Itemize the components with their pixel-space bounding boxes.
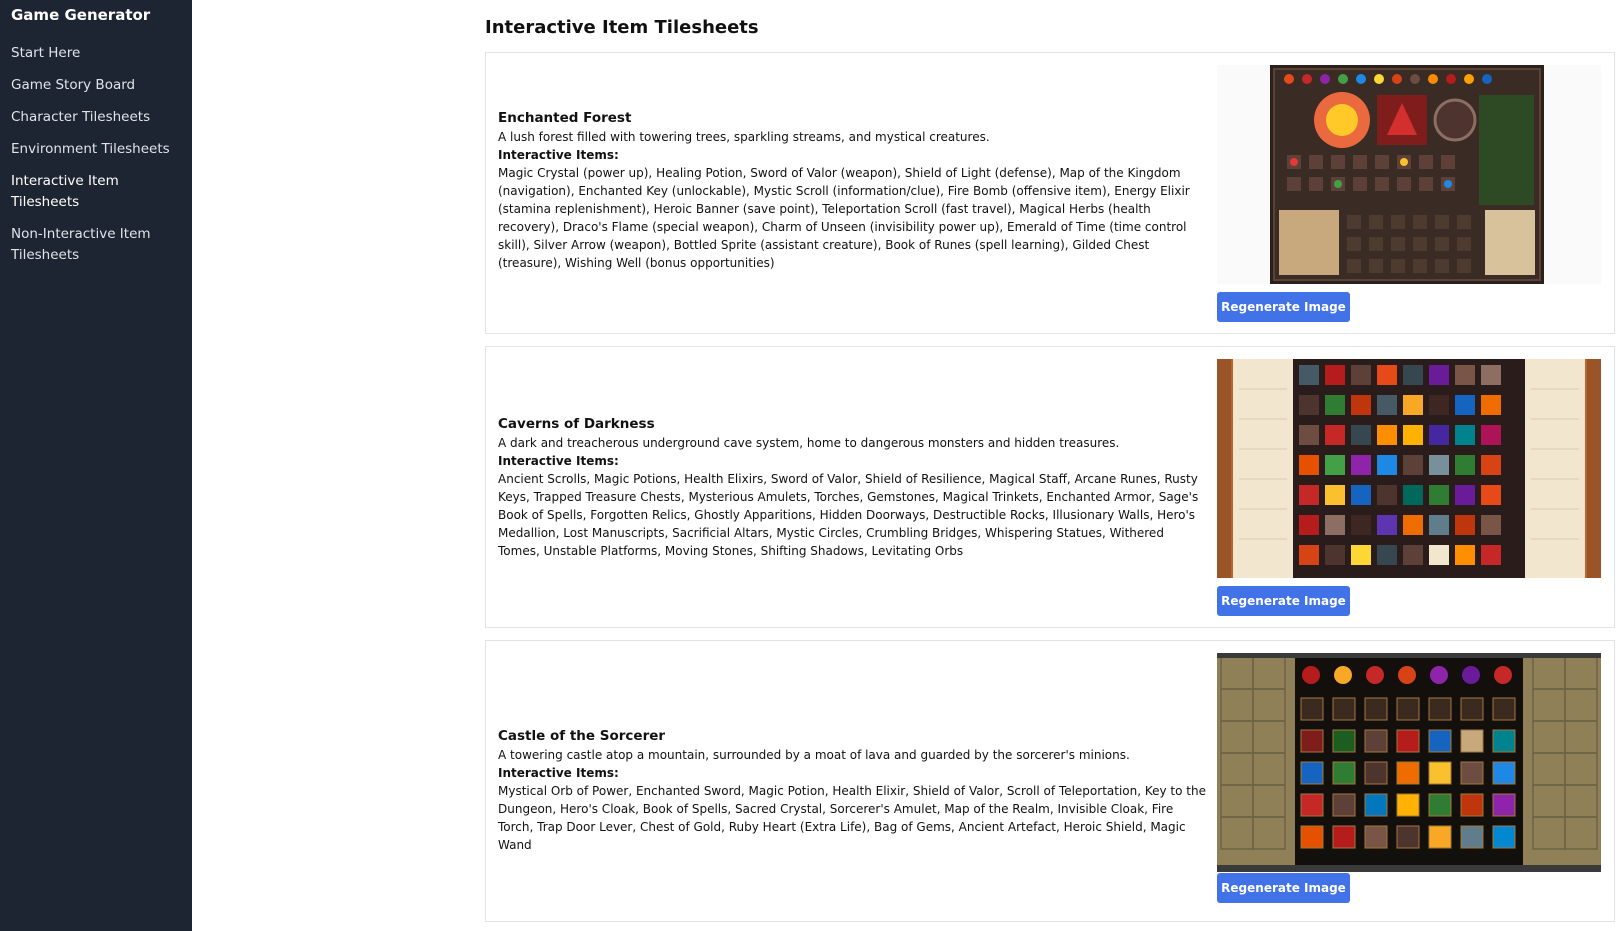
regenerate-image-button[interactable]: Regenerate Image bbox=[1217, 873, 1350, 903]
tilesheet-card: Enchanted Forest A lush forest filled wi… bbox=[485, 52, 1615, 334]
card-title: Castle of the Sorcerer bbox=[498, 728, 666, 744]
sidebar-item-interactive-item-tilesheets[interactable]: Interactive Item Tilesheets bbox=[0, 169, 192, 222]
page-title: Interactive Item Tilesheets bbox=[485, 17, 759, 38]
card-description: A dark and treacherous underground cave … bbox=[498, 436, 1120, 450]
app-title: Game Generator bbox=[11, 6, 151, 24]
sidebar-item-environment-tilesheets[interactable]: Environment Tilesheets bbox=[0, 137, 192, 169]
tilesheet-image bbox=[1217, 359, 1601, 578]
items-label: Interactive Items: bbox=[498, 766, 619, 780]
main-content: Interactive Item Tilesheets Enchanted Fo… bbox=[485, 0, 1615, 931]
sidebar-item-game-story-board[interactable]: Game Story Board bbox=[0, 73, 192, 105]
items-list: Magic Crystal (power up), Healing Potion… bbox=[498, 166, 1190, 270]
tilesheet-image-graphic bbox=[1217, 653, 1601, 872]
items-label: Interactive Items: bbox=[498, 454, 619, 468]
tilesheet-card: Caverns of Darkness A dark and treachero… bbox=[485, 346, 1615, 628]
sidebar-item-non-interactive-item-tilesheets[interactable]: Non-Interactive Item Tilesheets bbox=[0, 222, 192, 275]
tilesheet-image bbox=[1217, 653, 1601, 872]
card-title: Caverns of Darkness bbox=[498, 416, 655, 432]
card-text: Castle of the Sorcerer A towering castle… bbox=[498, 726, 1208, 854]
sidebar-nav: Start Here Game Story Board Character Ti… bbox=[0, 41, 192, 275]
tilesheet-image bbox=[1217, 65, 1601, 284]
card-title: Enchanted Forest bbox=[498, 110, 632, 126]
tilesheet-card: Castle of the Sorcerer A towering castle… bbox=[485, 640, 1615, 922]
card-text: Enchanted Forest A lush forest filled wi… bbox=[498, 108, 1208, 272]
sidebar-item-character-tilesheets[interactable]: Character Tilesheets bbox=[0, 105, 192, 137]
regenerate-image-button[interactable]: Regenerate Image bbox=[1217, 292, 1350, 322]
tilesheet-image-graphic bbox=[1270, 65, 1544, 284]
items-list: Ancient Scrolls, Magic Potions, Health E… bbox=[498, 472, 1199, 558]
card-description: A towering castle atop a mountain, surro… bbox=[498, 748, 1130, 762]
tilesheet-image-graphic bbox=[1217, 359, 1601, 578]
items-list: Mystical Orb of Power, Enchanted Sword, … bbox=[498, 784, 1206, 852]
sidebar: Game Generator Start Here Game Story Boa… bbox=[0, 0, 192, 931]
items-label: Interactive Items: bbox=[498, 148, 619, 162]
card-description: A lush forest filled with towering trees… bbox=[498, 130, 990, 144]
sidebar-item-start-here[interactable]: Start Here bbox=[0, 41, 192, 73]
regenerate-image-button[interactable]: Regenerate Image bbox=[1217, 586, 1350, 616]
card-text: Caverns of Darkness A dark and treachero… bbox=[498, 414, 1208, 560]
